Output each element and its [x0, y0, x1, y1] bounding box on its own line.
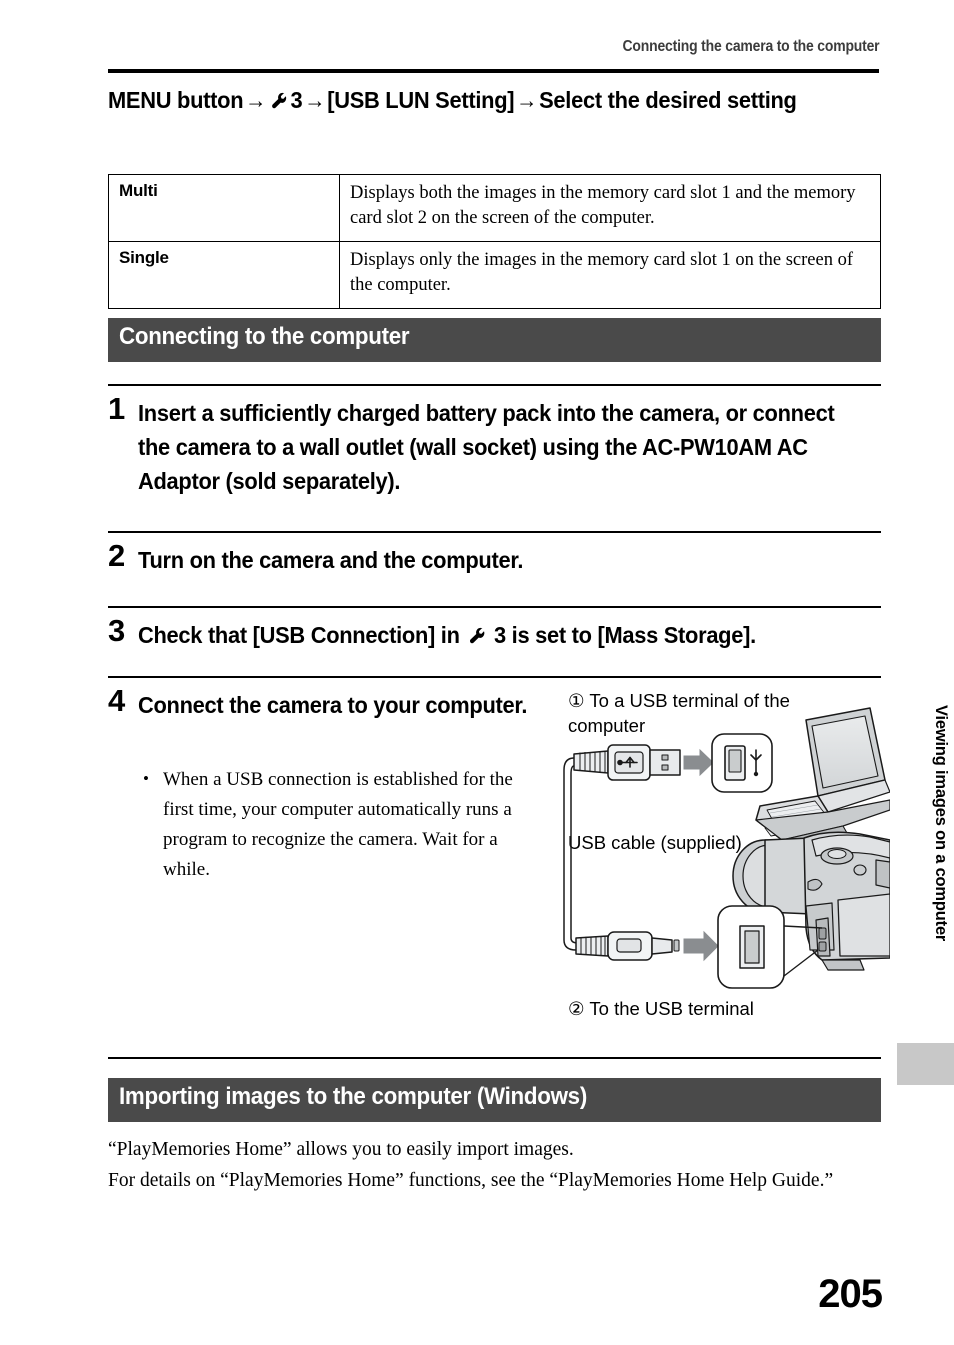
usb-type-a-plug-icon: [573, 744, 681, 781]
paragraph: For details on “PlayMemories Home” funct…: [108, 1170, 834, 1191]
step-1: 1 Insert a sufficiently charged battery …: [108, 391, 883, 498]
menu-path-part2: [USB LUN Setting]: [327, 87, 515, 113]
step-3-tab-number: 3: [494, 622, 506, 648]
step-divider: [108, 676, 881, 678]
importing-body-copy: “PlayMemories Home” allows you to easily…: [108, 1134, 883, 1196]
step-2: 2 Turn on the camera and the computer.: [108, 538, 883, 577]
table-cell-description: Displays only the images in the memory c…: [339, 241, 881, 309]
section-heading-label: Connecting to the computer: [119, 323, 410, 350]
usb-type-a-port-icon: [711, 733, 773, 793]
insert-arrow-top: [683, 748, 714, 777]
section-divider: [108, 1057, 881, 1059]
table-row: Single Displays only the images in the m…: [108, 241, 881, 309]
menu-path-part1: MENU button: [108, 87, 244, 113]
menu-path-arrow-1: →: [245, 87, 267, 113]
step-3: 3 Check that [USB Connection] in 3 is se…: [108, 613, 883, 652]
step-text: Turn on the camera and the computer.: [138, 547, 524, 573]
step-number: 4: [108, 683, 126, 718]
step-text: Insert a sufficiently charged battery pa…: [138, 400, 835, 494]
running-header: Connecting the camera to the computer: [622, 38, 879, 55]
step-number: 1: [108, 391, 126, 426]
table-row: Multi Displays both the images in the me…: [108, 174, 881, 242]
step-number: 2: [108, 538, 126, 573]
step-divider: [108, 606, 881, 608]
menu-path-part3: Select the desired setting: [539, 87, 797, 113]
wrench-icon: [467, 626, 486, 646]
table-cell-term: Single: [108, 241, 340, 309]
insert-arrow-bottom: [683, 930, 719, 962]
step-number: 3: [108, 613, 126, 648]
usb-lun-setting-table: Multi Displays both the images in the me…: [108, 174, 881, 309]
step-text: Connect the camera to your computer.: [138, 692, 528, 718]
wrench-icon: [270, 91, 289, 111]
header-rule: [108, 69, 879, 73]
illustration-svg: [563, 707, 890, 989]
step-3-text-before: Check that [USB Connection] in: [138, 622, 460, 648]
step-3-text-after: is set to [Mass Storage].: [511, 622, 757, 648]
section-heading-label: Importing images to the computer (Window…: [119, 1083, 587, 1110]
step-4-notes: When a USB connection is established for…: [140, 764, 540, 885]
table-cell-description: Displays both the images in the memory c…: [339, 174, 881, 242]
menu-path-arrow-3: →: [516, 87, 538, 113]
laptop-illustration: [755, 707, 890, 848]
usb-mini-plug-icon: [575, 931, 680, 961]
section-heading-connecting: Connecting to the computer: [108, 318, 881, 362]
list-item: When a USB connection is established for…: [140, 764, 540, 885]
usb-connection-illustration: ① To a USB terminal of the computer USB …: [560, 688, 890, 1028]
menu-path-arrow-2: →: [304, 87, 326, 113]
table-cell-term: Multi: [108, 174, 340, 242]
step-text: Check that [USB Connection] in 3 is set …: [138, 618, 883, 652]
side-tab-marker: [897, 1043, 954, 1085]
step-4: 4 Connect the camera to your computer.: [108, 683, 548, 722]
menu-path: MENU button→ 3→[USB LUN Setting]→Select t…: [108, 82, 833, 118]
side-tab-label: Viewing images on a computer: [932, 705, 950, 942]
menu-path-tab-number: 3: [290, 87, 303, 113]
step-divider: [108, 531, 881, 533]
section-heading-importing: Importing images to the computer (Window…: [108, 1078, 881, 1122]
paragraph: “PlayMemories Home” allows you to easily…: [108, 1139, 574, 1160]
step-divider: [108, 384, 881, 386]
page-number: 205: [818, 1272, 883, 1316]
